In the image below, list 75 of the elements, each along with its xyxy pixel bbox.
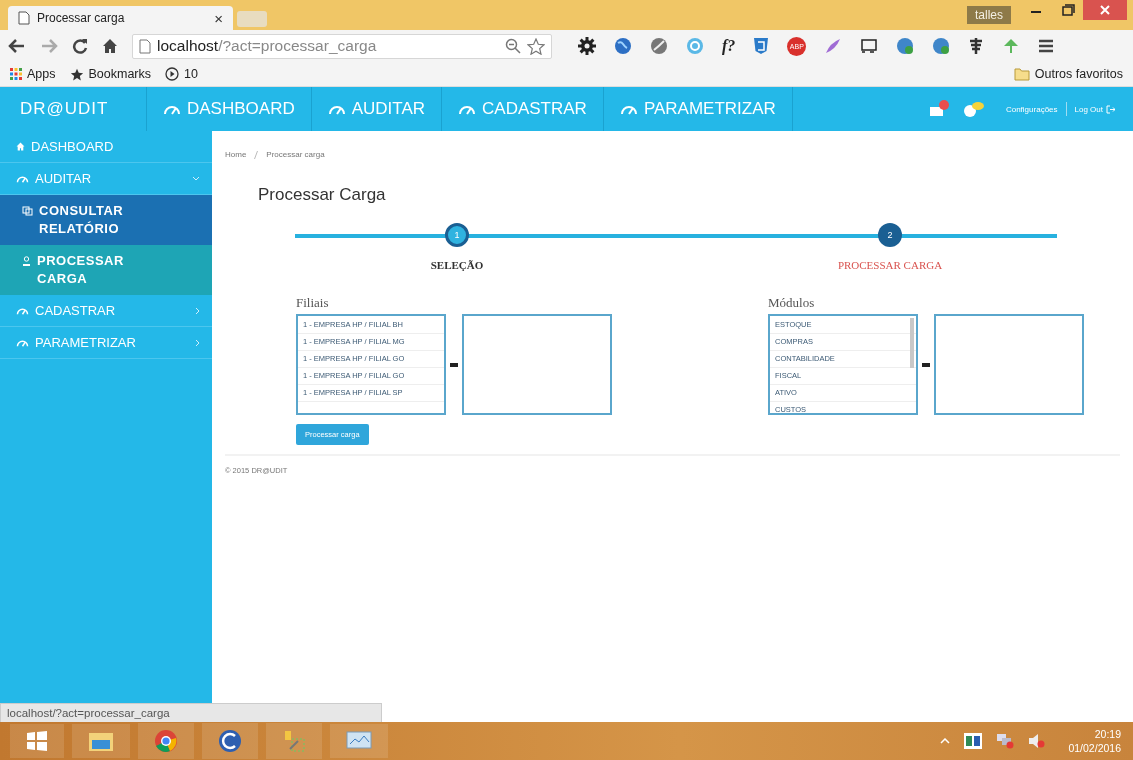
profile-name[interactable]: talles: [967, 6, 1011, 24]
url-path: /?act=processar_carga: [218, 37, 377, 54]
sidebar-label: PARAMETRIZAR: [35, 335, 136, 350]
field-label: Módulos: [768, 295, 816, 311]
address-bar[interactable]: localhost/?act=processar_carga: [132, 33, 552, 59]
forward-icon[interactable]: [40, 38, 58, 54]
back-icon[interactable]: [8, 38, 26, 54]
other-bookmarks-folder[interactable]: Outros favoritos: [1013, 67, 1123, 81]
browser-tab[interactable]: Processar carga ×: [8, 6, 233, 30]
breadcrumb-item: Processar carga: [266, 150, 325, 159]
breadcrumb-separator-icon: [254, 150, 259, 159]
step-label: SELEÇÃO: [430, 259, 484, 271]
browser-icon[interactable]: [138, 723, 194, 759]
play-icon: [165, 67, 180, 81]
sidebar-subitem[interactable]: CONSULTAR RELATÓRIO: [0, 195, 212, 245]
gauge-icon: [16, 306, 29, 315]
tab-title: Processar carga: [37, 11, 126, 25]
documents-icon: [22, 206, 33, 216]
app-icon[interactable]: [202, 723, 258, 759]
bookmark[interactable]: Bookmarks: [69, 67, 152, 81]
tray-up-icon[interactable]: [940, 738, 951, 744]
person-icon: [22, 256, 31, 267]
close-icon[interactable]: [1083, 0, 1127, 20]
volume-icon[interactable]: [1028, 733, 1047, 749]
sidebar-label: CONSULTAR RELATÓRIO: [39, 202, 125, 238]
shield-icon[interactable]: [753, 37, 770, 55]
chevron-right-icon: [195, 338, 200, 347]
chevron-right-icon: [195, 306, 200, 315]
zoom-icon[interactable]: [505, 38, 521, 54]
chevron-down-icon: [192, 176, 200, 181]
tray-app-icon[interactable]: [964, 733, 983, 749]
gauge-icon: [458, 103, 477, 115]
star-icon: [69, 67, 84, 81]
network-icon[interactable]: [996, 733, 1015, 749]
page-title: Processar Carga: [258, 185, 386, 205]
page-icon: [139, 38, 151, 54]
gauge-icon: [16, 174, 29, 183]
menu-icon[interactable]: [1038, 39, 1055, 53]
home-icon[interactable]: [102, 38, 118, 54]
bookmark[interactable]: Apps: [10, 67, 56, 81]
logout-icon: [1106, 104, 1115, 114]
home-icon: [16, 142, 25, 151]
file-explorer-icon[interactable]: [72, 724, 130, 758]
bookmark[interactable]: 10: [165, 67, 198, 81]
gauge-icon: [163, 103, 181, 115]
apps-grid-icon: [10, 68, 22, 80]
sidebar-label: AUDITAR: [35, 171, 92, 186]
formula-extension-button[interactable]: f?: [722, 37, 736, 55]
monitor-icon[interactable]: [330, 724, 388, 758]
notifications-icon[interactable]: [961, 100, 986, 118]
reload-icon[interactable]: [72, 38, 88, 54]
tab-close-button[interactable]: ×: [214, 9, 223, 27]
step-label: PROCESSAR CARGA: [837, 259, 943, 271]
gauge-icon: [619, 103, 638, 115]
folder-icon: [1013, 67, 1030, 81]
star-icon[interactable]: [527, 37, 545, 55]
field-label: Filiais: [296, 295, 330, 311]
sidebar-label: DASHBOARD: [31, 139, 114, 154]
windows-start-icon[interactable]: [10, 724, 64, 758]
breadcrumb-item[interactable]: Home: [225, 150, 247, 159]
transfer-icon[interactable]: [922, 362, 930, 367]
step-number[interactable]: 2: [878, 223, 902, 247]
status-url: localhost/?act=processar_carga: [0, 703, 382, 722]
cast-icon[interactable]: [860, 38, 879, 54]
gauge-icon: [327, 103, 346, 115]
url-host: localhost: [157, 37, 219, 54]
messages-icon[interactable]: [927, 100, 950, 118]
transfer-icon[interactable]: [450, 362, 458, 367]
scrollbar[interactable]: [910, 318, 914, 368]
gauge-icon: [16, 338, 29, 347]
sidebar-label: CADASTRAR: [35, 303, 116, 318]
gear-icon[interactable]: [578, 37, 596, 55]
sidebar-label: PROCESSAR CARGA: [37, 252, 125, 288]
feather-icon[interactable]: [824, 37, 843, 55]
page-icon: [18, 11, 30, 25]
